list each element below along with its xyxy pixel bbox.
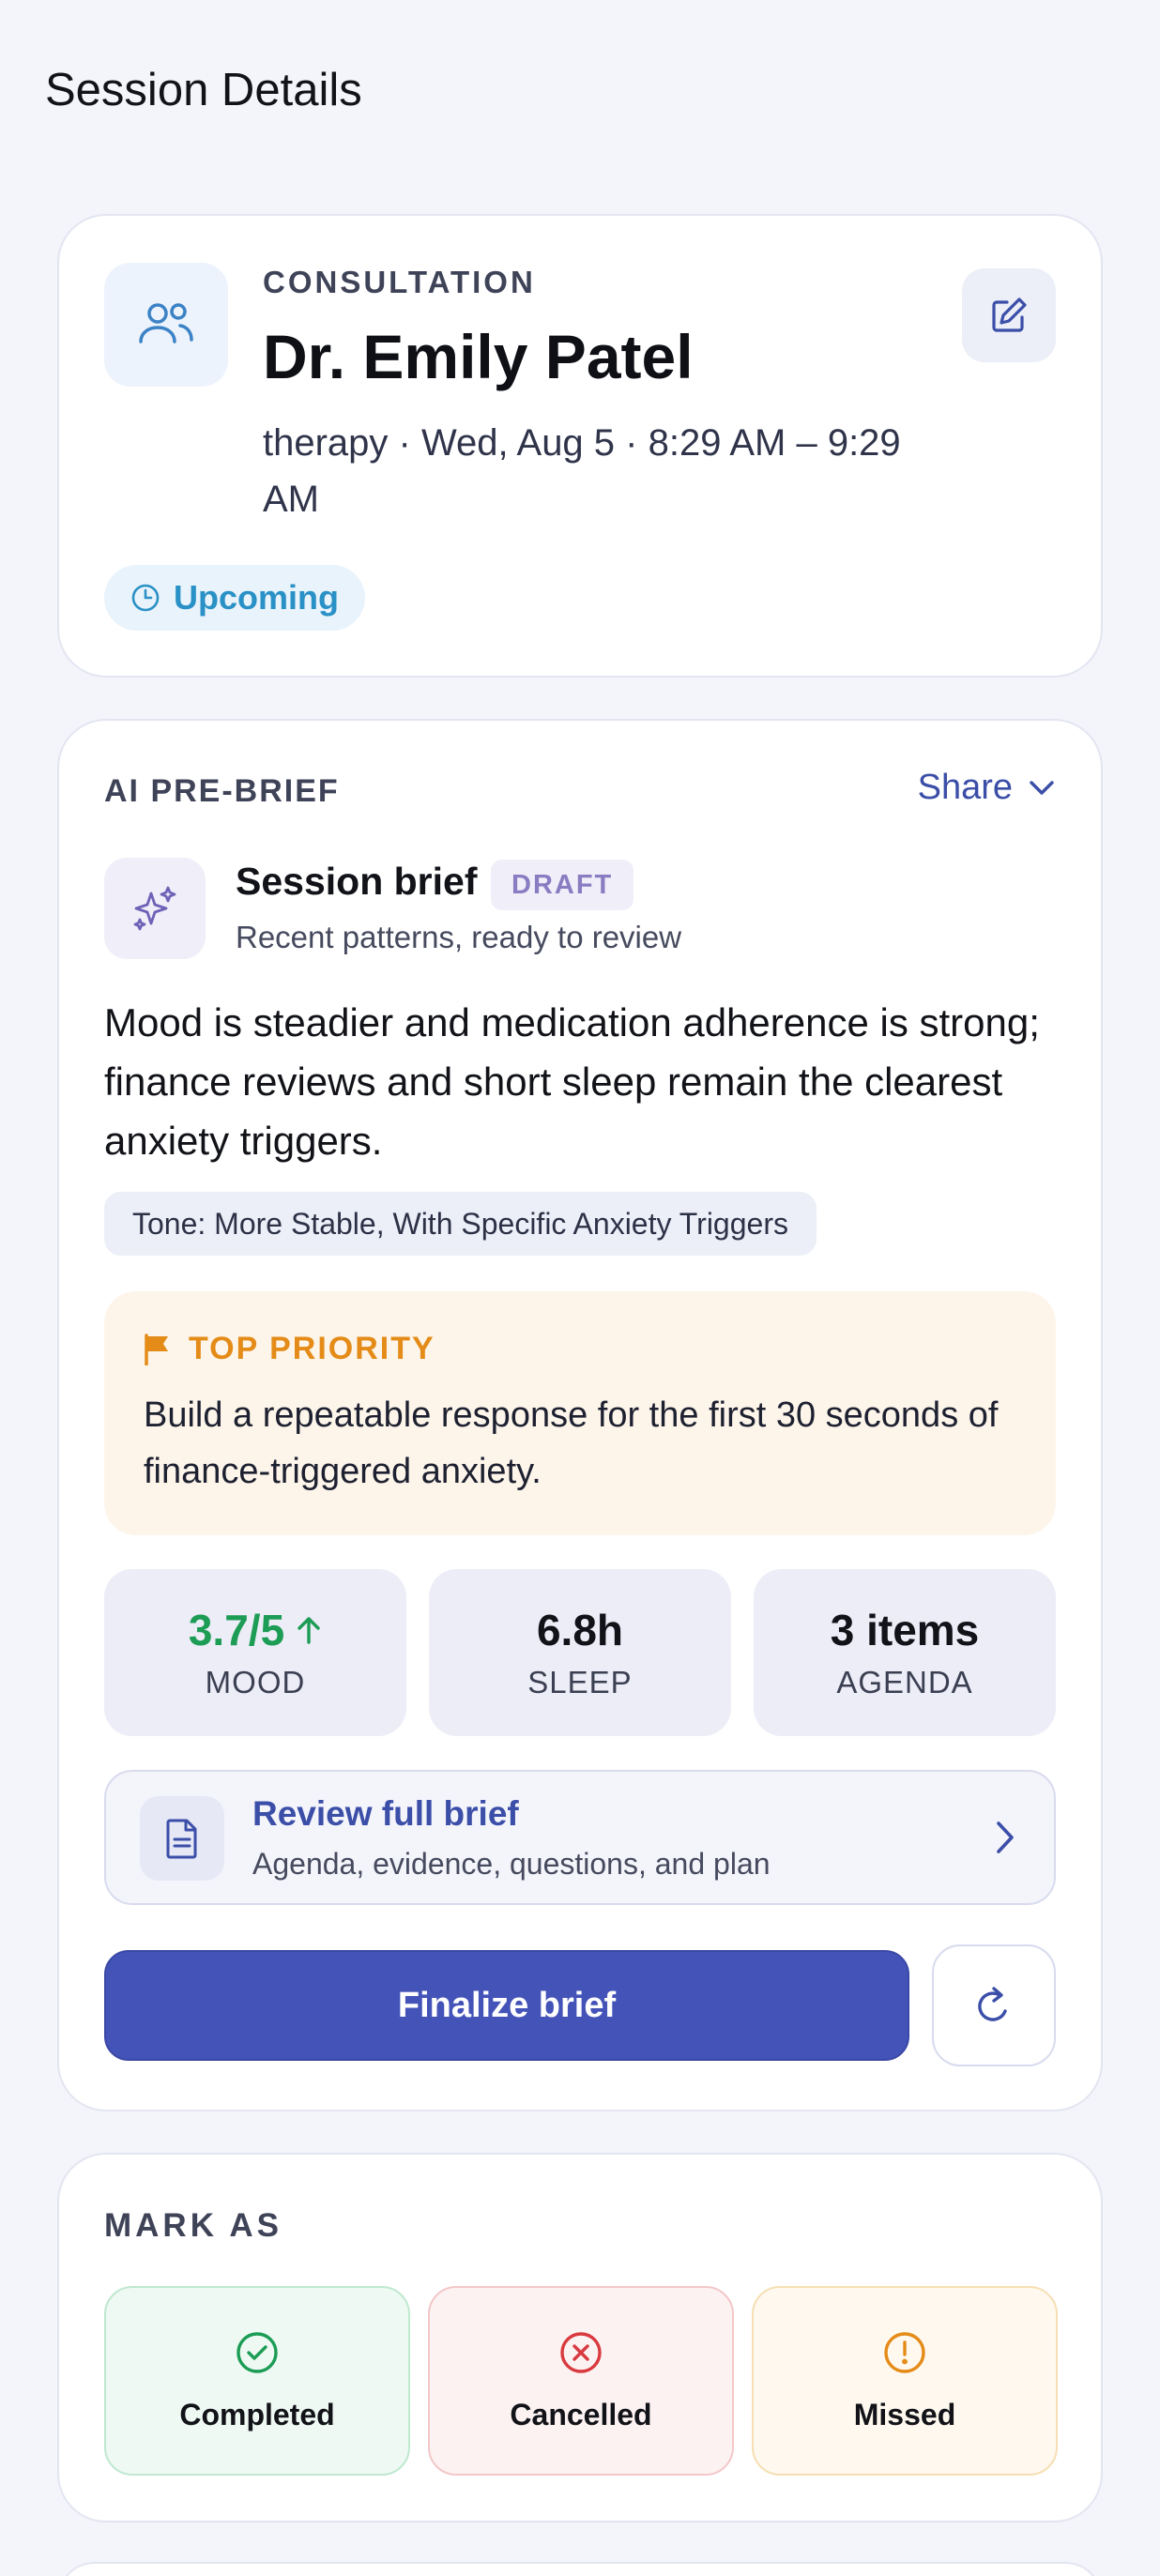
top-priority-box: TOP PRIORITY Build a repeatable response… (104, 1291, 1056, 1535)
chevron-right-icon (997, 1821, 1014, 1853)
check-circle-icon (237, 2331, 278, 2373)
share-dropdown[interactable]: Share (918, 768, 1056, 808)
x-circle-icon (560, 2331, 602, 2373)
stat-mood: 3.7/5 MOOD (104, 1569, 406, 1736)
mark-cancelled-button[interactable]: Cancelled (428, 2286, 734, 2476)
stat-mood-value-row: 3.7/5 (189, 1605, 322, 1655)
sparkle-icon (104, 858, 206, 959)
priority-header: TOP PRIORITY (144, 1331, 435, 1367)
review-subtitle: Agenda, evidence, questions, and plan (252, 1847, 771, 1881)
stat-agenda-value: 3 items (830, 1606, 980, 1654)
refresh-brief-button[interactable] (932, 1944, 1056, 2066)
mark-as-label: MARK AS (104, 2207, 283, 2244)
stat-sleep: 6.8h SLEEP (429, 1569, 731, 1736)
finalize-brief-button[interactable]: Finalize brief (104, 1950, 909, 2061)
tone-chip: Tone: More Stable, With Specific Anxiety… (104, 1192, 817, 1256)
ai-prebrief-card: AI PRE-BRIEF Share Session brief DRAFT R… (57, 719, 1103, 2111)
session-header-card: CONSULTATION Dr. Emily Patel therapy · W… (57, 214, 1103, 678)
mark-missed-button[interactable]: Missed (752, 2286, 1058, 2476)
review-full-brief-button[interactable]: Review full brief Agenda, evidence, ques… (104, 1770, 1056, 1905)
refresh-icon (978, 1987, 1007, 2021)
mark-as-card: MARK AS Completed Cancelled Missed (57, 2153, 1103, 2523)
status-badge: Upcoming (104, 565, 365, 631)
stat-sleep-value: 6.8h (536, 1606, 624, 1654)
clock-icon (131, 584, 160, 612)
document-icon (140, 1796, 224, 1881)
mark-cancelled-label: Cancelled (510, 2397, 652, 2431)
mark-completed-label: Completed (179, 2397, 335, 2431)
brief-subtitle: Recent patterns, ready to review (236, 920, 682, 954)
flag-icon (145, 1333, 168, 1365)
provider-name: Dr. Emily Patel (263, 322, 694, 391)
status-text: Upcoming (174, 578, 339, 617)
brief-summary: Mood is steadier and medication adherenc… (104, 1000, 1040, 1163)
page-title: Session Details (45, 65, 362, 115)
priority-label: TOP PRIORITY (189, 1331, 435, 1366)
next-card (57, 2562, 1103, 2576)
chevron-down-icon (1030, 780, 1054, 795)
session-datetime: therapy · Wed, Aug 5 · 8:29 AM – 9:29 AM (263, 422, 901, 520)
stat-agenda-label: AGENDA (836, 1665, 973, 1700)
edit-icon (992, 297, 1027, 332)
share-label: Share (917, 768, 1013, 807)
session-type-label: CONSULTATION (263, 265, 536, 299)
draft-badge: DRAFT (491, 860, 634, 910)
stat-mood-label: MOOD (205, 1665, 306, 1700)
mark-completed-button[interactable]: Completed (104, 2286, 410, 2476)
edit-session-button[interactable] (962, 268, 1056, 362)
section-label: AI PRE-BRIEF (104, 773, 340, 809)
arrow-up-icon (298, 1617, 320, 1644)
review-title: Review full brief (252, 1794, 519, 1833)
alert-circle-icon (884, 2331, 925, 2373)
stat-mood-value: 3.7/5 (188, 1606, 285, 1654)
people-icon (104, 263, 228, 387)
brief-title: Session brief (236, 860, 478, 903)
stat-agenda: 3 items AGENDA (754, 1569, 1056, 1736)
priority-text: Build a repeatable response for the firs… (144, 1395, 999, 1491)
stat-sleep-label: SLEEP (527, 1665, 633, 1700)
mark-missed-label: Missed (853, 2397, 956, 2431)
